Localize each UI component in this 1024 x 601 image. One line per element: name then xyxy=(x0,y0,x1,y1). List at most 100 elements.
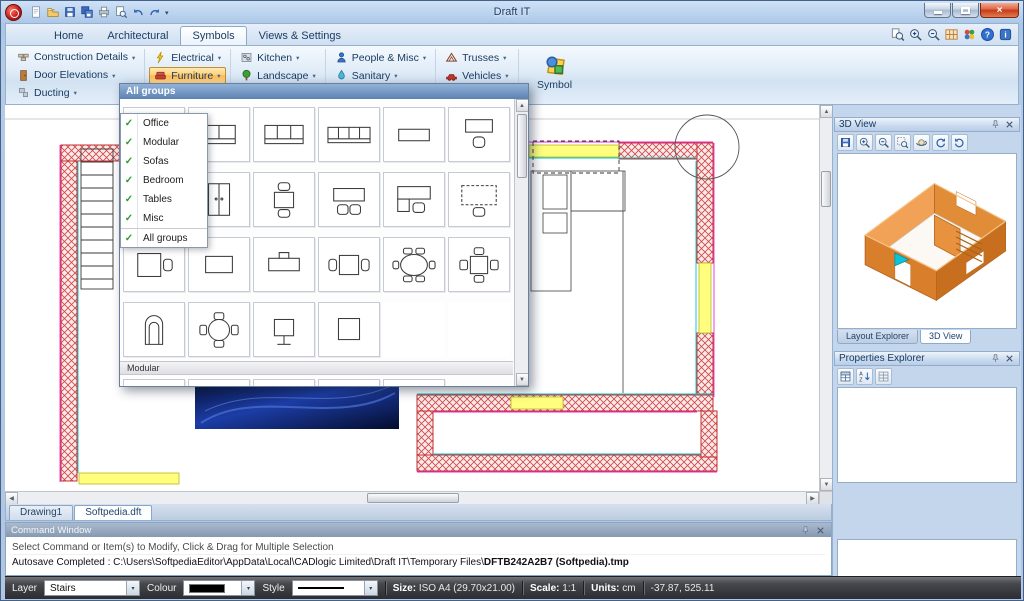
open-icon[interactable] xyxy=(45,5,60,20)
symbol-thumb-partial[interactable] xyxy=(123,379,185,386)
help-icon[interactable]: ? xyxy=(980,27,995,42)
chevron-down-icon[interactable]: ▾ xyxy=(364,581,377,595)
ribbon-button-trusses[interactable]: Trusses▾ xyxy=(440,49,513,66)
rotate-cw-icon[interactable] xyxy=(932,134,949,151)
symbol-thumb-table-round-6[interactable] xyxy=(383,237,445,292)
symbol-button[interactable]: Symbol xyxy=(524,49,586,103)
symbol-thumb-partial[interactable] xyxy=(318,379,380,386)
symbol-thumb-desk-set[interactable] xyxy=(318,172,380,227)
colour-select[interactable]: ▾ xyxy=(183,580,255,596)
minimize-button[interactable] xyxy=(924,3,951,18)
close-icon[interactable] xyxy=(1004,119,1015,130)
symbol-thumb-sofa[interactable] xyxy=(253,107,315,162)
categorized-icon[interactable] xyxy=(837,368,854,385)
ribbon-button-vehicles[interactable]: Vehicles▾ xyxy=(440,67,513,84)
close-icon[interactable] xyxy=(1004,353,1015,364)
pin-icon[interactable] xyxy=(990,353,1001,364)
palette-icon[interactable] xyxy=(962,27,977,42)
horizontal-scroll-thumb[interactable] xyxy=(367,493,459,503)
symbol-thumb-table-square-4[interactable] xyxy=(448,237,510,292)
grid-icon[interactable] xyxy=(944,27,959,42)
zoom-extents-icon[interactable] xyxy=(894,134,911,151)
symbol-thumb-table-round-4[interactable] xyxy=(188,302,250,357)
layer-select[interactable]: Stairs ▾ xyxy=(44,580,140,596)
ribbon-button-sanitary[interactable]: Sanitary▾ xyxy=(330,67,431,84)
symbol-thumb-table-2chairs[interactable] xyxy=(253,172,315,227)
symbol-thumb-desk-dashed[interactable] xyxy=(448,172,510,227)
ribbon-button-landscape[interactable]: Landscape▾ xyxy=(235,67,321,84)
orbit-icon[interactable] xyxy=(913,134,930,151)
document-tab-softpedia-dft[interactable]: Softpedia.dft xyxy=(74,505,152,520)
pin-icon[interactable] xyxy=(990,119,1001,130)
symbol-thumb-table-square[interactable] xyxy=(318,302,380,357)
zoom-in-icon[interactable] xyxy=(908,27,923,42)
tab-architectural[interactable]: Architectural xyxy=(95,26,180,45)
zoom-in-icon[interactable] xyxy=(856,134,873,151)
tab-views-settings[interactable]: Views & Settings xyxy=(247,26,353,45)
print-preview-icon[interactable] xyxy=(113,5,128,20)
print-icon[interactable] xyxy=(96,5,111,20)
symbol-thumb-pedestal-table[interactable] xyxy=(253,302,315,357)
symbol-group-tables[interactable]: ✓Tables xyxy=(121,190,207,209)
maximize-button[interactable] xyxy=(952,3,979,18)
symbol-thumb-partial[interactable] xyxy=(188,379,250,386)
vertical-scrollbar[interactable]: ▲ ▼ xyxy=(819,105,832,491)
chevron-down-icon[interactable]: ▾ xyxy=(241,581,254,595)
view3d-viewport[interactable] xyxy=(837,153,1017,329)
new-document-icon[interactable] xyxy=(28,5,43,20)
ribbon-button-people-misc[interactable]: People & Misc▾ xyxy=(330,49,431,66)
save-all-icon[interactable] xyxy=(79,5,94,20)
undo-icon[interactable] xyxy=(130,5,145,20)
info-icon[interactable]: i xyxy=(998,27,1013,42)
symbol-thumb-desk-return[interactable] xyxy=(383,172,445,227)
panel-tab-3d-view[interactable]: 3D View xyxy=(920,330,971,344)
dropdown-scrollbar[interactable]: ▲ ▼ xyxy=(514,99,528,386)
style-select[interactable]: ▾ xyxy=(292,580,378,596)
vertical-scroll-thumb[interactable] xyxy=(821,171,831,207)
scroll-up-arrow[interactable]: ▲ xyxy=(516,99,529,112)
symbol-thumb-table-drop[interactable] xyxy=(253,237,315,292)
pin-icon[interactable] xyxy=(800,525,811,536)
ribbon-button-electrical[interactable]: Electrical▾ xyxy=(149,49,226,66)
symbol-group-misc[interactable]: ✓Misc xyxy=(121,209,207,228)
tab-home[interactable]: Home xyxy=(42,26,95,45)
zoom-page-icon[interactable] xyxy=(890,27,905,42)
properties-grid[interactable] xyxy=(837,387,1017,483)
save-icon[interactable] xyxy=(62,5,77,20)
chevron-down-icon[interactable]: ▾ xyxy=(126,581,139,595)
close-icon[interactable] xyxy=(815,525,826,536)
symbol-thumb-partial[interactable] xyxy=(383,379,445,386)
grid-small-icon[interactable] xyxy=(875,368,892,385)
close-button[interactable]: × xyxy=(980,3,1019,18)
app-logo-icon[interactable] xyxy=(5,4,22,21)
ribbon-button-construction-details[interactable]: Construction Details▾ xyxy=(12,49,140,66)
qat-dropdown-caret[interactable]: ▾ xyxy=(165,7,169,17)
symbol-group-office[interactable]: ✓Office xyxy=(121,114,207,133)
zoom-out-icon[interactable] xyxy=(926,27,941,42)
symbol-group-all-groups[interactable]: ✓All groups xyxy=(121,228,207,247)
symbol-group-sofas[interactable]: ✓Sofas xyxy=(121,152,207,171)
ribbon-button-furniture[interactable]: Furniture▾ xyxy=(149,67,226,84)
symbol-thumb-desk-chair[interactable] xyxy=(448,107,510,162)
redo-icon[interactable] xyxy=(147,5,162,20)
tab-symbols[interactable]: Symbols xyxy=(180,26,246,45)
symbol-thumb-sofa-wide[interactable] xyxy=(318,107,380,162)
scroll-down-arrow[interactable]: ▼ xyxy=(516,373,529,386)
symbol-thumb-chair-u[interactable] xyxy=(123,302,185,357)
panel-tab-layout-explorer[interactable]: Layout Explorer xyxy=(837,330,918,344)
sort-az-icon[interactable]: AZ xyxy=(856,368,873,385)
symbol-group-bedroom[interactable]: ✓Bedroom xyxy=(121,171,207,190)
symbol-group-modular[interactable]: ✓Modular xyxy=(121,133,207,152)
dropdown-scroll-thumb[interactable] xyxy=(517,114,527,178)
symbol-thumb-table-2end[interactable] xyxy=(318,237,380,292)
symbol-thumb-console-table[interactable] xyxy=(383,107,445,162)
horizontal-scrollbar[interactable]: ◀ ▶ xyxy=(5,491,819,504)
rotate-ccw-icon[interactable] xyxy=(951,134,968,151)
zoom-out-icon[interactable] xyxy=(875,134,892,151)
save-icon[interactable] xyxy=(837,134,854,151)
ribbon-button-kitchen[interactable]: Kitchen▾ xyxy=(235,49,321,66)
symbol-thumb-partial[interactable] xyxy=(253,379,315,386)
document-tab-drawing1[interactable]: Drawing1 xyxy=(9,505,73,520)
titlebar: ▾ Draft IT × xyxy=(1,1,1023,23)
ribbon-button-door-elevations[interactable]: Door Elevations▾ xyxy=(12,67,140,84)
